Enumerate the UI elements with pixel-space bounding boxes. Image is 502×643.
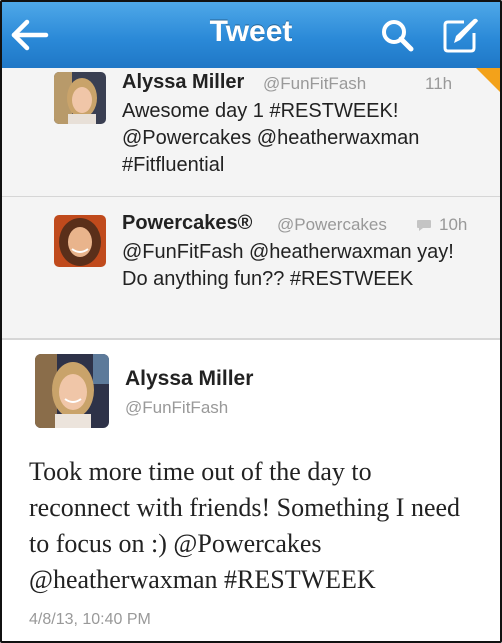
ribbon-marker — [476, 68, 500, 92]
reply-bubble-icon — [416, 218, 432, 232]
author-handle[interactable]: @FunFitFash — [125, 398, 228, 418]
main-tweet: Alyssa Miller @FunFitFash Took more time… — [2, 339, 500, 641]
author-handle: @FunFitFash — [263, 74, 367, 93]
avatar[interactable] — [54, 215, 106, 267]
tweet-time: 11h — [425, 74, 453, 93]
author-name[interactable]: Alyssa Miller — [122, 71, 244, 94]
author-name[interactable]: Powercakes® — [122, 212, 252, 235]
search-icon[interactable] — [380, 18, 414, 52]
avatar[interactable] — [54, 72, 106, 124]
page-title: Tweet — [209, 15, 293, 48]
tweet-time: 10h — [439, 215, 468, 234]
tweet-timestamp: 4/8/13, 10:40 PM — [29, 611, 151, 628]
author-name[interactable]: Alyssa Miller — [125, 367, 253, 391]
conversation-reply[interactable]: Powercakes® @Powercakes 10h @FunFitFash … — [2, 197, 500, 339]
compose-icon[interactable] — [442, 16, 480, 54]
avatar[interactable] — [35, 354, 109, 428]
tweet-text: @FunFitFash @heatherwaxman yay! Do anyth… — [122, 241, 454, 290]
tweet-screen: Tweet Alyssa Miller @FunFitFash 11h Awes… — [0, 0, 502, 643]
conversation-reply[interactable]: Alyssa Miller @FunFitFash 11h Awesome da… — [2, 68, 500, 197]
tweet-text: Awesome day 1 #RESTWEEK! @Powercakes @he… — [122, 100, 420, 176]
nav-bar: Tweet — [2, 2, 500, 69]
tweet-text: Took more time out of the day to reconne… — [29, 457, 461, 594]
author-handle: @Powercakes — [277, 215, 387, 234]
